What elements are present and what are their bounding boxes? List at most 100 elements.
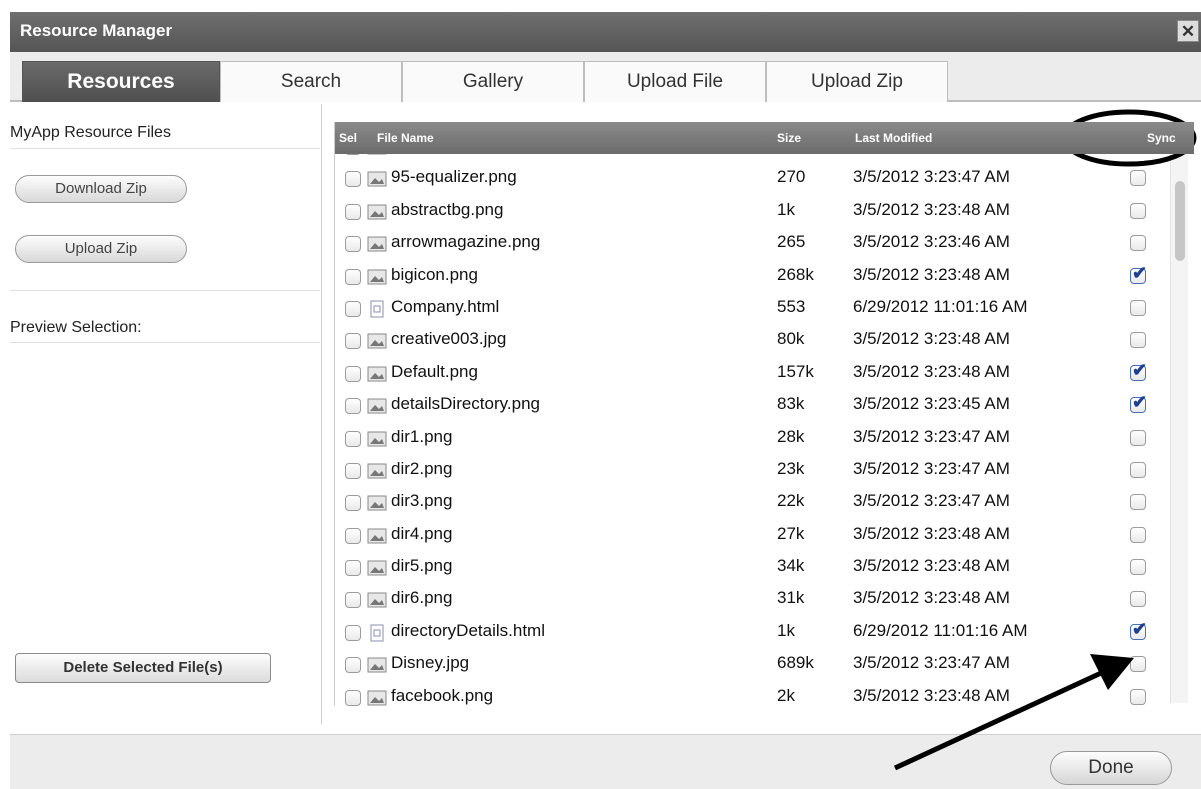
select-checkbox[interactable]: [345, 268, 361, 285]
table-row[interactable]: dir5.png 34k 3/5/2012 3:23:48 AM: [335, 550, 1165, 582]
select-checkbox[interactable]: [345, 398, 361, 415]
file-name[interactable]: dir6.png: [391, 588, 452, 608]
sync-checkbox[interactable]: [1130, 235, 1146, 252]
file-modified: 3/5/2012 3:23:47 AM: [853, 167, 1010, 187]
sync-checkbox[interactable]: [1130, 332, 1146, 349]
file-name[interactable]: dir3.png: [391, 491, 452, 511]
tab-upload-zip[interactable]: Upload Zip: [766, 61, 948, 102]
table-row[interactable]: facebook.png 2k 3/5/2012 3:23:48 AM: [335, 680, 1165, 706]
table-row[interactable]: dir6.png 31k 3/5/2012 3:23:48 AM: [335, 582, 1165, 614]
file-name[interactable]: 95-equalizer.png: [391, 167, 517, 187]
file-size: 270: [777, 167, 806, 187]
col-sel-header[interactable]: Sel: [339, 131, 357, 145]
file-name[interactable]: dir5.png: [391, 556, 452, 576]
select-checkbox[interactable]: [345, 592, 361, 609]
select-checkbox[interactable]: [345, 560, 361, 577]
file-name[interactable]: dir1.png: [391, 427, 452, 447]
file-name[interactable]: Company.html: [391, 297, 499, 317]
sync-checkbox[interactable]: [1130, 170, 1146, 187]
divider: [10, 290, 320, 291]
download-zip-button[interactable]: Download Zip: [15, 175, 187, 203]
table-row[interactable]: dir2.png 23k 3/5/2012 3:23:47 AM: [335, 453, 1165, 485]
col-sync-header[interactable]: Sync: [1147, 131, 1176, 145]
table-row[interactable]: dir1.png 28k 3/5/2012 3:23:47 AM: [335, 421, 1165, 453]
select-checkbox[interactable]: [345, 300, 361, 317]
file-name[interactable]: Default.png: [391, 362, 478, 382]
table-row[interactable]: 95-equalizer.png 270 3/5/2012 3:23:47 AM: [335, 161, 1165, 193]
sync-checkbox[interactable]: [1130, 494, 1146, 511]
table-row[interactable]: detailsDirectory.png 83k 3/5/2012 3:23:45 …: [335, 388, 1165, 420]
select-checkbox[interactable]: [345, 236, 361, 253]
file-modified: 6/29/2012 11:01:16 AM: [853, 620, 1028, 640]
file-name[interactable]: creative003.jpg: [391, 329, 506, 349]
select-checkbox[interactable]: [345, 495, 361, 512]
image-file-icon: [367, 333, 387, 349]
col-modified-header[interactable]: Last Modified: [855, 131, 932, 145]
image-file-icon: [367, 366, 387, 382]
file-name[interactable]: Disney.jpg: [391, 653, 469, 673]
image-file-icon: [367, 690, 387, 706]
select-checkbox[interactable]: [345, 430, 361, 447]
image-file-icon: [367, 657, 387, 673]
file-modified: 3/5/2012 3:23:47 AM: [853, 491, 1010, 511]
table-row[interactable]: Company.html 553 6/29/2012 11:01:16 AM: [335, 291, 1165, 323]
close-icon[interactable]: ✕: [1177, 20, 1199, 42]
select-checkbox[interactable]: [345, 203, 361, 220]
file-name[interactable]: directoryDetails.html: [391, 621, 545, 641]
upload-zip-button[interactable]: Upload Zip: [15, 235, 187, 263]
scrollbar[interactable]: [1170, 155, 1188, 703]
image-file-icon: [367, 463, 387, 479]
table-row[interactable]: arrowmagazine.png 265 3/5/2012 3:23:46 AM: [335, 226, 1165, 258]
sync-checkbox[interactable]: [1130, 526, 1146, 543]
file-name[interactable]: abstractbg.png: [391, 200, 503, 220]
table-row[interactable]: Disney.jpg 689k 3/5/2012 3:23:47 AM: [335, 647, 1165, 679]
col-name-header[interactable]: File Name: [377, 131, 434, 145]
file-name[interactable]: bigicon.png: [391, 265, 478, 285]
sync-checkbox[interactable]: [1130, 299, 1146, 316]
col-size-header[interactable]: Size: [777, 131, 801, 145]
table-row[interactable]: directoryDetails.html 1k 6/29/2012 11:01:1…: [335, 615, 1165, 647]
select-checkbox[interactable]: [345, 171, 361, 188]
table-row[interactable]: dir4.png 27k 3/5/2012 3:23:48 AM: [335, 518, 1165, 550]
file-name[interactable]: facebook.png: [391, 686, 493, 706]
sync-checkbox[interactable]: ✔: [1130, 263, 1147, 284]
sync-checkbox[interactable]: ✔: [1130, 392, 1147, 414]
select-checkbox[interactable]: [345, 333, 361, 350]
file-name[interactable]: dir2.png: [391, 459, 452, 479]
table-row[interactable]: creative003.jpg 80k 3/5/2012 3:23:48 AM: [335, 323, 1165, 355]
select-checkbox[interactable]: [345, 365, 361, 382]
tab-gallery[interactable]: Gallery: [402, 61, 584, 102]
file-modified: 3/5/2012 3:23:47 AM: [853, 426, 1010, 446]
select-checkbox[interactable]: [345, 527, 361, 544]
file-modified: 3/5/2012 3:23:48 AM: [853, 264, 1010, 284]
table-row[interactable]: Default.png 157k 3/5/2012 3:23:48 AM ✔: [335, 356, 1165, 388]
scrollbar-thumb[interactable]: [1175, 181, 1185, 261]
sync-checkbox[interactable]: [1130, 688, 1146, 705]
sync-checkbox[interactable]: ✔: [1130, 619, 1147, 640]
tab-strip: Resources Search Gallery Upload File Upl…: [10, 52, 1201, 102]
done-button[interactable]: Done: [1050, 751, 1172, 785]
sync-checkbox[interactable]: ✔: [1130, 360, 1147, 381]
tab-upload-file[interactable]: Upload File: [584, 61, 766, 102]
file-name[interactable]: arrowmagazine.png: [391, 232, 540, 252]
file-name[interactable]: dir4.png: [391, 524, 452, 544]
sync-checkbox[interactable]: [1130, 429, 1146, 446]
select-checkbox[interactable]: [345, 462, 361, 479]
delete-selected-button[interactable]: Delete Selected File(s): [15, 653, 271, 683]
select-checkbox[interactable]: [345, 657, 361, 674]
tab-resources[interactable]: Resources: [22, 61, 220, 102]
tab-search[interactable]: Search: [220, 61, 402, 102]
sync-checkbox[interactable]: [1130, 559, 1146, 576]
table-row[interactable]: bigicon.png 268k 3/5/2012 3:23:48 AM ✔: [335, 259, 1165, 291]
sync-checkbox[interactable]: [1130, 461, 1146, 478]
sync-checkbox[interactable]: [1130, 656, 1146, 673]
resource-files-heading: MyApp Resource Files: [10, 124, 171, 141]
select-checkbox[interactable]: [345, 689, 361, 706]
table-row[interactable]: dir3.png 22k 3/5/2012 3:23:47 AM: [335, 485, 1165, 517]
divider: [10, 342, 320, 343]
sync-checkbox[interactable]: [1130, 591, 1146, 608]
table-row[interactable]: abstractbg.png 1k 3/5/2012 3:23:48 AM: [335, 194, 1165, 226]
select-checkbox[interactable]: [345, 624, 361, 641]
file-name[interactable]: detailsDirectory.png: [391, 394, 540, 414]
sync-checkbox[interactable]: [1130, 202, 1146, 219]
